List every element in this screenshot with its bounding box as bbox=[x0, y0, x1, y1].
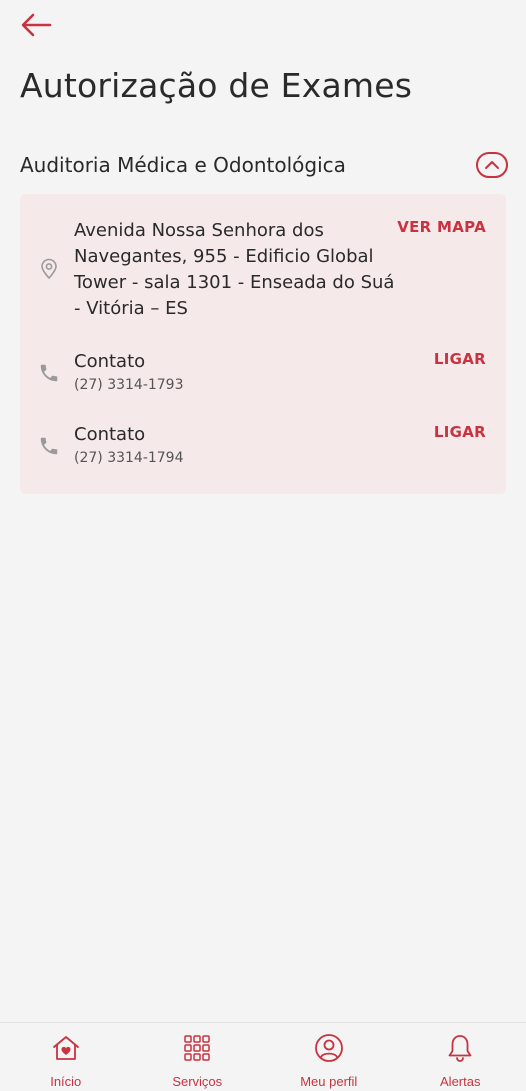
nav-label: Meu perfil bbox=[300, 1074, 358, 1089]
address-text: Avenida Nossa Senhora dos Navegantes, 95… bbox=[74, 220, 395, 319]
user-circle-icon bbox=[314, 1033, 344, 1063]
contact-card: Avenida Nossa Senhora dos Navegantes, 95… bbox=[20, 194, 506, 494]
contact-label: Contato bbox=[74, 351, 146, 372]
contact-phone: (27) 3314-1794 bbox=[74, 450, 184, 466]
contact-info: Contato (27) 3314-1793 bbox=[74, 350, 184, 395]
home-heart-icon bbox=[51, 1033, 81, 1063]
nav-item-profile[interactable]: Meu perfil bbox=[263, 1023, 395, 1091]
page-title: Autorização de Exames bbox=[20, 66, 413, 105]
nav-label: Serviços bbox=[172, 1074, 223, 1089]
nav-label: Início bbox=[50, 1074, 82, 1089]
phone-icon bbox=[38, 435, 60, 457]
contact-label: Contato bbox=[74, 424, 146, 445]
screen: Autorização de Exames Auditoria Médica e… bbox=[0, 0, 526, 1091]
bell-icon bbox=[445, 1033, 475, 1063]
section-title: Auditoria Médica e Odontológica bbox=[20, 153, 346, 177]
nav-label: Alertas bbox=[440, 1074, 481, 1089]
contact-info: Contato (27) 3314-1794 bbox=[74, 423, 184, 468]
nav-item-services[interactable]: Serviços bbox=[132, 1023, 264, 1091]
call-button[interactable]: LIGAR bbox=[434, 423, 486, 441]
nav-item-home[interactable]: Início bbox=[0, 1023, 132, 1091]
chevron-up-icon bbox=[485, 161, 499, 169]
phone-icon bbox=[38, 362, 60, 384]
view-map-button[interactable]: VER MAPA bbox=[397, 218, 486, 236]
back-button[interactable] bbox=[20, 10, 56, 40]
collapse-button[interactable] bbox=[476, 152, 508, 178]
call-button[interactable]: LIGAR bbox=[434, 350, 486, 368]
arrow-left-icon bbox=[21, 13, 52, 37]
nav-item-alerts[interactable]: Alertas bbox=[395, 1023, 526, 1091]
grid-icon bbox=[182, 1033, 212, 1063]
section-header[interactable]: Auditoria Médica e Odontológica bbox=[20, 150, 508, 180]
bottom-nav: Início Serviços Meu perfil Alertas bbox=[0, 1022, 526, 1091]
location-pin-icon bbox=[38, 258, 60, 280]
contact-phone: (27) 3314-1793 bbox=[74, 377, 184, 393]
